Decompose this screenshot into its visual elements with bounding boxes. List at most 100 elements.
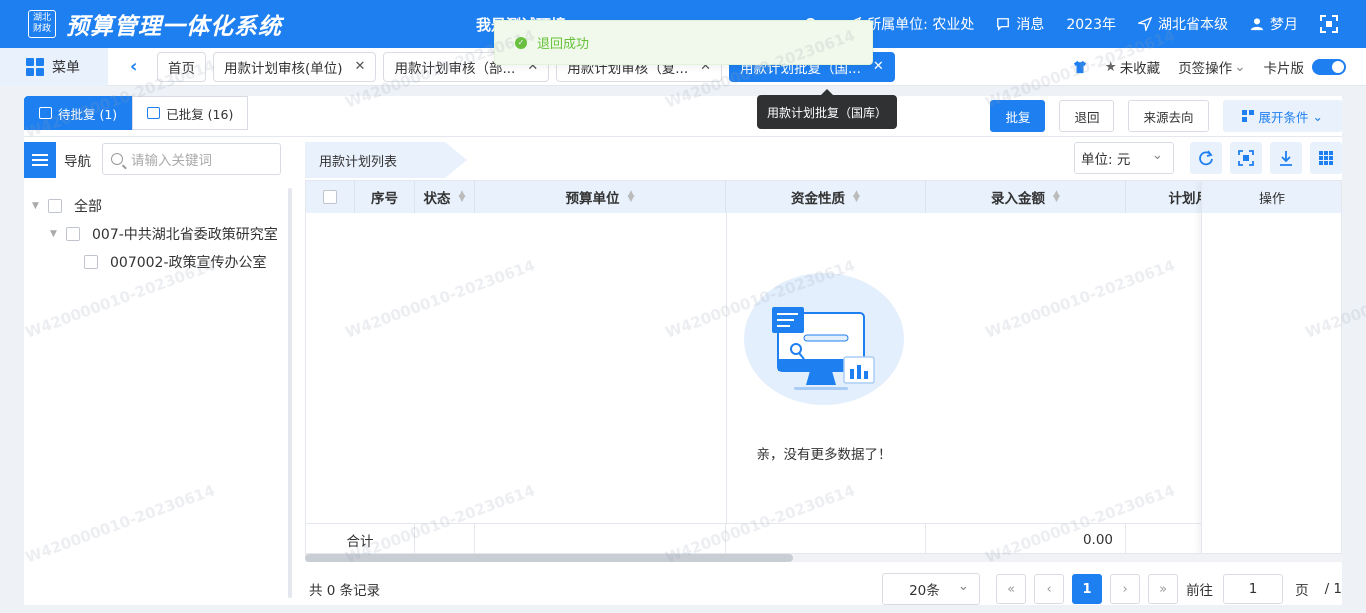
- tree-checkbox[interactable]: [66, 227, 80, 241]
- summary-cell: [726, 524, 926, 553]
- tree-node-007002[interactable]: 007002-政策宣传办公室: [32, 248, 278, 276]
- unit-select-label: 单位:: [1081, 152, 1113, 168]
- empty-text: 亲，没有更多数据了！: [756, 447, 892, 463]
- menu-button[interactable]: 菜单: [0, 47, 108, 86]
- search-placeholder: 请输入关键词: [131, 153, 212, 169]
- chevron-left-icon[interactable]: ‹: [130, 56, 150, 77]
- caret-down-icon[interactable]: ▼: [50, 229, 60, 239]
- page-size-value: 20条: [909, 583, 940, 599]
- download-icon: [1280, 151, 1292, 166]
- fullscreen-button[interactable]: [1320, 15, 1344, 33]
- tab-home[interactable]: 首页: [157, 51, 206, 82]
- column-divider: [726, 213, 727, 523]
- col-entered-amount[interactable]: 录入金额 ▲ ▼: [926, 181, 1126, 213]
- card-mode-toggle[interactable]: 卡片版: [1264, 57, 1346, 77]
- sort-icon[interactable]: ▲ ▼: [628, 190, 635, 204]
- tab-label: 首页: [168, 60, 195, 77]
- select-all-checkbox[interactable]: [323, 190, 337, 204]
- select-all-cell: [306, 181, 355, 213]
- toggle-switch[interactable]: [1312, 59, 1346, 75]
- sort-icon[interactable]: ▲ ▼: [853, 190, 860, 204]
- chevron-down-icon: ⌄: [1312, 108, 1323, 124]
- column-label: 预算单位: [565, 191, 620, 207]
- goto-page-input[interactable]: 1: [1223, 574, 1284, 604]
- messages-label: 消息: [1016, 17, 1045, 33]
- close-icon[interactable]: ✕: [355, 59, 366, 74]
- region-label: 湖北省本级: [1158, 17, 1228, 33]
- page-total: / 1: [1324, 581, 1342, 597]
- next-page-button[interactable]: ›: [1110, 574, 1141, 604]
- summary-amount: 0.00: [1082, 532, 1113, 548]
- nav-search-input[interactable]: 请输入关键词: [102, 143, 281, 175]
- expand-label: 展开条件: [1258, 109, 1309, 125]
- tab-plan-review-unit[interactable]: 用款计划审核(单位) ✕: [213, 51, 377, 82]
- subtab-pending[interactable]: 待批复 (1): [24, 96, 133, 130]
- page-unit: 页: [1295, 583, 1309, 599]
- column-label: 序号: [371, 191, 398, 207]
- download-button[interactable]: [1270, 142, 1302, 174]
- chevron-down-icon: ⌄: [1234, 59, 1246, 75]
- page-size-select[interactable]: 20条: [882, 573, 981, 605]
- search-icon: [111, 153, 123, 165]
- monitor-illustration-icon: [772, 307, 875, 390]
- refresh-button[interactable]: [1190, 142, 1222, 174]
- sort-icon[interactable]: ▲ ▼: [1053, 190, 1060, 204]
- expand-conditions-button[interactable]: 展开条件 ⌄: [1222, 100, 1342, 132]
- goto-label: 前往: [1186, 583, 1214, 599]
- approve-button[interactable]: 批复: [990, 100, 1046, 132]
- tree-label: 全部: [74, 199, 102, 215]
- fullscreen-table-button[interactable]: [1230, 142, 1262, 174]
- prev-page-button[interactable]: ‹: [1034, 574, 1065, 604]
- grid-icon: [26, 57, 44, 76]
- summary-label: 合计: [346, 534, 374, 550]
- user-menu[interactable]: 梦月: [1250, 14, 1298, 34]
- unit-label: 所属单位: 农业处: [867, 17, 975, 33]
- main-panel: 待批复 (1) 已批复 (16) 批复 退回 来源去向 展开条件 ⌄ 导航 请输…: [24, 96, 1342, 605]
- collapse-nav-icon[interactable]: [24, 142, 56, 178]
- column-label: 操作: [1258, 191, 1285, 207]
- last-page-button[interactable]: »: [1148, 574, 1179, 604]
- divider: [24, 136, 1342, 137]
- messages-button[interactable]: 消息: [996, 14, 1044, 34]
- trace-button[interactable]: 来源去向: [1128, 100, 1209, 132]
- column-label: 资金性质: [791, 191, 846, 207]
- year-selector[interactable]: 2023年: [1066, 14, 1116, 34]
- col-budget-unit[interactable]: 预算单位 ▲ ▼: [475, 181, 726, 213]
- user-icon: [1250, 18, 1264, 31]
- tree-node-007[interactable]: ▼ 007-中共湖北省委政策研究室: [32, 220, 278, 248]
- caret-down-icon[interactable]: ▼: [32, 201, 42, 211]
- summary-cell: [415, 524, 475, 553]
- return-button[interactable]: 退回: [1059, 100, 1115, 132]
- subtab-done[interactable]: 已批复 (16): [132, 96, 249, 130]
- tree-node-all[interactable]: ▼ 全部: [32, 192, 278, 220]
- refresh-icon: [1199, 150, 1213, 166]
- tab-operations-dropdown[interactable]: 页签操作 ⌄: [1178, 57, 1245, 77]
- unit-select[interactable]: 单位: 元: [1074, 142, 1174, 174]
- first-page-button[interactable]: «: [996, 574, 1027, 604]
- tree-label: 007-中共湖北省委政策研究室: [92, 227, 278, 243]
- region-selector[interactable]: 湖北省本级: [1138, 14, 1228, 34]
- col-status[interactable]: 状态 ▲ ▼: [415, 181, 475, 213]
- tree-label: 007002-政策宣传办公室: [110, 255, 267, 271]
- column-label: 状态: [423, 191, 451, 207]
- year-label: 2023年: [1066, 17, 1116, 33]
- column-label: 录入金额: [991, 191, 1046, 207]
- col-fund-nature[interactable]: 资金性质 ▲ ▼: [726, 181, 926, 213]
- close-icon[interactable]: ✕: [873, 59, 884, 74]
- horizontal-scrollbar[interactable]: [305, 554, 1342, 562]
- column-settings-button[interactable]: [1310, 142, 1342, 174]
- favorite-button[interactable]: ★ 未收藏: [1105, 57, 1161, 77]
- col-operations: 操作: [1202, 181, 1341, 213]
- scrollbar-thumb[interactable]: [305, 554, 793, 562]
- nav-scrollbar[interactable]: [288, 188, 292, 598]
- sort-icon[interactable]: ▲ ▼: [459, 190, 466, 204]
- logo: 湖北财政: [28, 10, 56, 38]
- unit-select-value: 元: [1116, 152, 1131, 168]
- theme-button[interactable]: [1073, 60, 1087, 74]
- page-number-button[interactable]: 1: [1072, 574, 1103, 604]
- success-toast: ✓ 退回成功: [494, 20, 873, 65]
- tree-checkbox[interactable]: [84, 255, 98, 269]
- subtab-label: 已批复 (16): [166, 106, 234, 122]
- tree-checkbox[interactable]: [48, 199, 62, 213]
- tab-operations-label: 页签操作: [1178, 61, 1233, 77]
